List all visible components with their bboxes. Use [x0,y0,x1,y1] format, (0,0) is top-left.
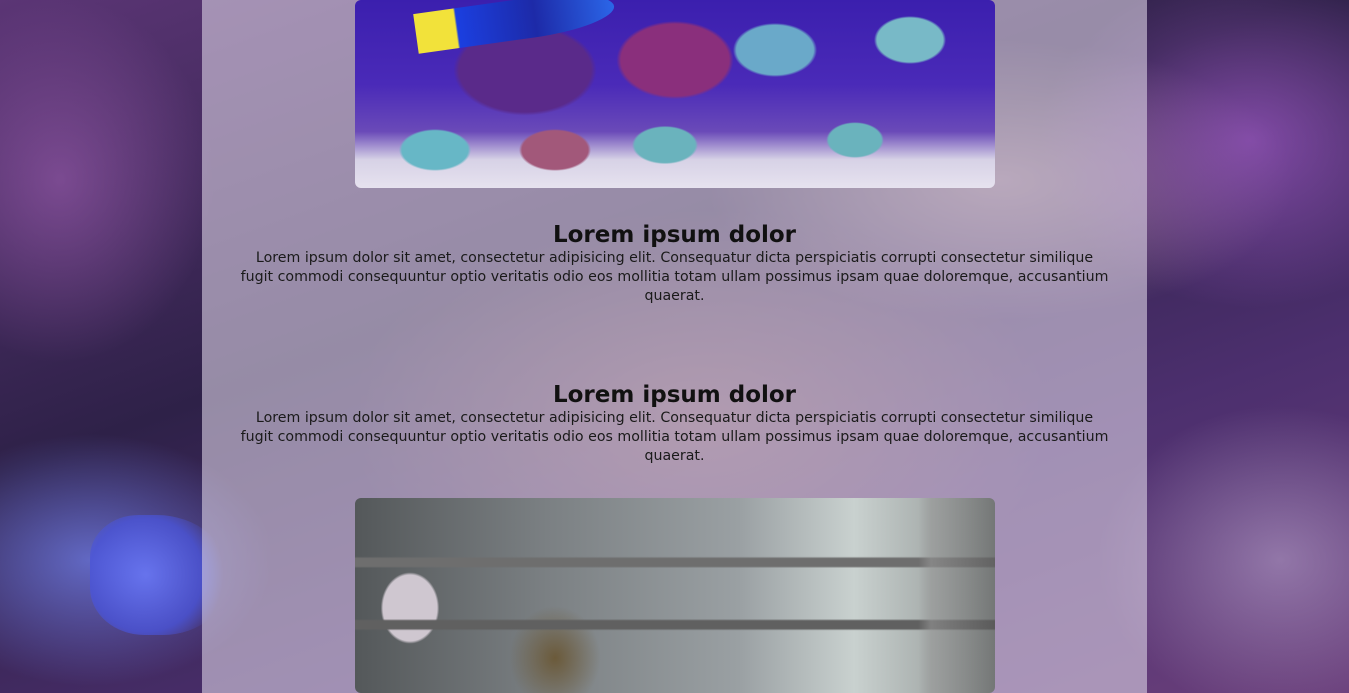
section-title: Lorem ipsum dolor [552,382,797,408]
section-title: Lorem ipsum dolor [552,222,797,248]
content-section-2: Lorem ipsum dolor Lorem ipsum dolor sit … [202,381,1147,466]
reef-aquarium-photo [355,0,995,188]
content-section-1: Lorem ipsum dolor Lorem ipsum dolor sit … [202,221,1147,306]
planted-aquarium-photo [355,498,995,693]
section-body: Lorem ipsum dolor sit amet, consectetur … [240,250,1109,304]
blue-tang-fish [413,0,617,54]
section-body: Lorem ipsum dolor sit amet, consectetur … [240,410,1109,464]
